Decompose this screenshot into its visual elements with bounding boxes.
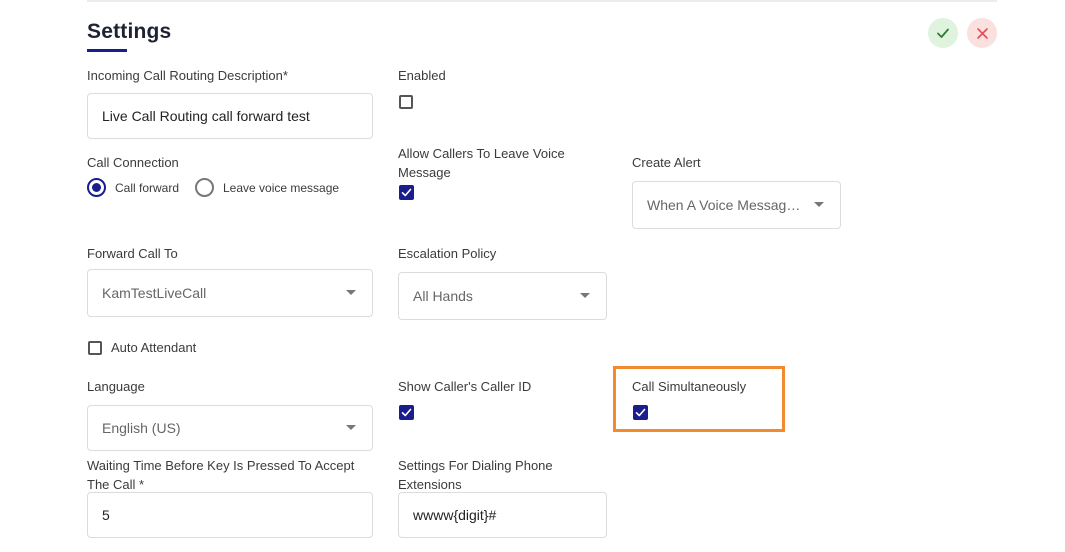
- language-select[interactable]: English (US): [87, 405, 373, 451]
- leave-voice-message-label: Leave voice message: [223, 181, 340, 195]
- cancel-button[interactable]: [967, 18, 997, 48]
- save-button[interactable]: [928, 18, 958, 48]
- create-alert-select[interactable]: When A Voice Message ...: [632, 181, 841, 229]
- create-alert-value: When A Voice Message ...: [647, 197, 810, 213]
- waiting-time-value: 5: [102, 507, 110, 523]
- enabled-checkbox[interactable]: [399, 95, 413, 109]
- forward-call-to-value: KamTestLiveCall: [102, 285, 207, 301]
- enabled-label: Enabled: [398, 68, 446, 83]
- dialing-extensions-value: wwww{digit}#: [413, 507, 497, 523]
- check-icon: [937, 28, 949, 38]
- allow-voice-message-label: Allow Callers To Leave Voice Message: [398, 146, 565, 180]
- leave-voice-message-radio[interactable]: [195, 178, 214, 197]
- top-divider: [87, 0, 997, 2]
- highlight-box: [613, 366, 785, 432]
- auto-attendant-checkbox[interactable]: [88, 341, 102, 355]
- call-connection-label: Call Connection: [87, 155, 179, 170]
- allow-voice-message-checkbox[interactable]: [399, 185, 414, 200]
- waiting-time-input[interactable]: 5: [87, 492, 373, 538]
- create-alert-label: Create Alert: [632, 155, 701, 170]
- waiting-time-label: Waiting Time Before Key Is Pressed To Ac…: [87, 458, 355, 492]
- description-value: Live Call Routing call forward test: [102, 108, 310, 124]
- chevron-down-icon: [580, 293, 590, 298]
- call-forward-label: Call forward: [115, 181, 180, 195]
- show-caller-id-checkbox[interactable]: [399, 405, 414, 420]
- checkmark-icon: [401, 408, 412, 417]
- escalation-policy-select[interactable]: All Hands: [398, 272, 607, 320]
- checkmark-icon: [635, 408, 646, 417]
- show-caller-id-label: Show Caller's Caller ID: [398, 379, 532, 394]
- close-icon: [976, 27, 988, 39]
- dialing-extensions-label: Settings For Dialing Phone Extensions: [398, 458, 553, 492]
- escalation-policy-value: All Hands: [413, 288, 473, 304]
- dialing-extensions-input[interactable]: wwww{digit}#: [398, 492, 607, 538]
- checkmark-icon: [401, 188, 412, 197]
- language-value: English (US): [102, 420, 181, 436]
- forward-call-to-select[interactable]: KamTestLiveCall: [87, 269, 373, 317]
- chevron-down-icon: [346, 425, 356, 430]
- description-label: Incoming Call Routing Description*: [87, 68, 288, 83]
- auto-attendant-label: Auto Attendant: [111, 340, 197, 355]
- page-title: Settings: [87, 20, 172, 43]
- language-label: Language: [87, 379, 145, 394]
- chevron-down-icon: [346, 290, 356, 295]
- description-input[interactable]: Live Call Routing call forward test: [87, 93, 373, 139]
- title-underline: [87, 49, 127, 52]
- escalation-policy-label: Escalation Policy: [398, 246, 497, 261]
- forward-call-to-label: Forward Call To: [87, 246, 178, 261]
- call-simultaneously-label: Call Simultaneously: [632, 379, 747, 394]
- chevron-down-icon: [814, 202, 824, 207]
- call-forward-radio[interactable]: [87, 178, 106, 197]
- call-simultaneously-checkbox[interactable]: [633, 405, 648, 420]
